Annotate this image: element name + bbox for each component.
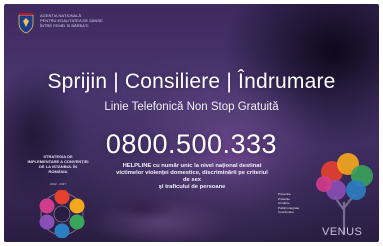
headline: Sprijin | Consiliere | Îndrumare — [47, 70, 336, 93]
cycle-segment — [69, 214, 85, 230]
agency-line: între Femei și Bărbați — [40, 23, 89, 28]
strategy-cycle-icon — [39, 190, 85, 238]
subline: Linie Telefonică Non Stop Gratuită — [104, 101, 279, 113]
helpline-line: victimelor violenței domestice, discrimi… — [116, 170, 268, 183]
agency-name: Agenția Națională pentru Egalitatea de Ș… — [40, 13, 160, 28]
cycle-segment — [39, 214, 55, 230]
helpline-poster: Agenția Națională pentru Egalitatea de Ș… — [4, 4, 379, 242]
helpline-description: HELPLINE cu număr unic la nivel național… — [116, 163, 268, 191]
helpline-line: HELPLINE cu număr unic la nivel național… — [122, 163, 262, 169]
helpline-line: și traficului de persoane — [158, 184, 226, 190]
venus-tree-icon — [316, 153, 373, 234]
strategy-line: România — [48, 169, 68, 174]
cycle-segment — [54, 190, 70, 205]
venus-logo-text: VENUS — [322, 226, 363, 238]
strategy-note: 2022 - 2027 — [49, 182, 66, 186]
cycle-segment — [54, 223, 70, 238]
cycle-segment — [39, 198, 55, 214]
romanian-coat-of-arms-icon — [18, 13, 34, 34]
strategy-title: Strategia de implementare a Convenției d… — [17, 154, 99, 174]
cycle-segment — [69, 198, 85, 214]
